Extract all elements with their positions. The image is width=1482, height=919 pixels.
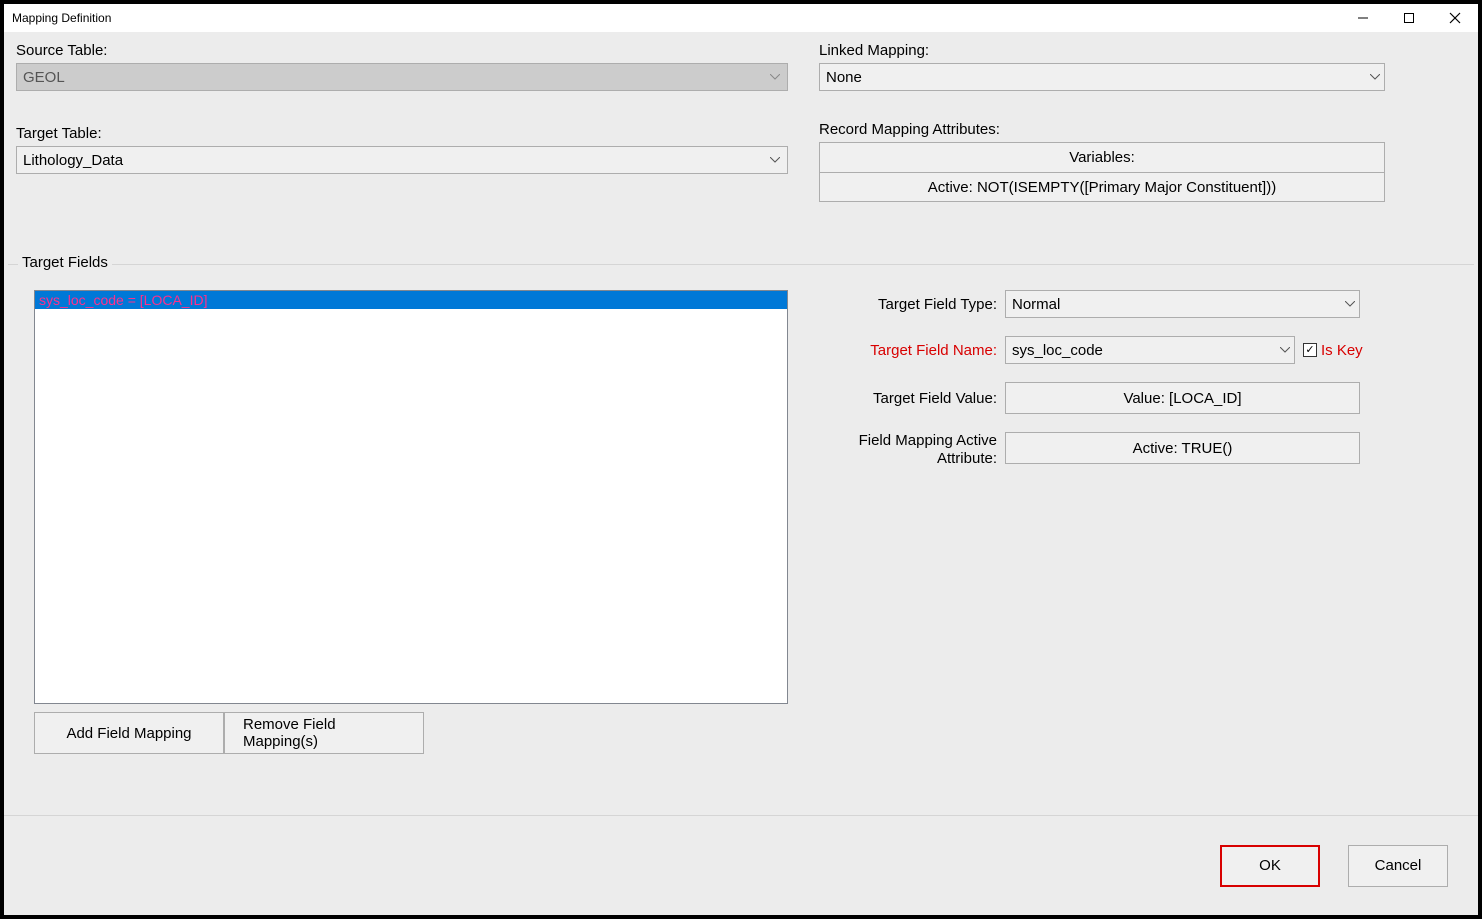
source-table-value: GEOL xyxy=(23,69,65,86)
source-table-combo[interactable]: GEOL xyxy=(16,63,788,91)
add-field-mapping-button[interactable]: Add Field Mapping xyxy=(34,712,224,754)
target-fields-listbox[interactable]: sys_loc_code = [LOCA_ID] xyxy=(34,290,788,704)
cancel-button-label: Cancel xyxy=(1375,857,1422,874)
target-fields-group-label: Target Fields xyxy=(18,254,112,271)
field-detail-panel: Target Field Type: Normal xyxy=(811,276,1474,785)
target-field-name-value: sys_loc_code xyxy=(1012,342,1103,359)
is-key-label: Is Key xyxy=(1321,342,1363,359)
close-button[interactable] xyxy=(1432,4,1478,32)
remove-field-mapping-label: Remove Field Mapping(s) xyxy=(243,716,405,750)
target-table-combo[interactable]: Lithology_Data xyxy=(16,146,788,174)
chevron-down-icon xyxy=(767,152,783,168)
target-field-type-value: Normal xyxy=(1012,296,1060,313)
active-expr-button-label: Active: NOT(ISEMPTY([Primary Major Const… xyxy=(928,179,1276,196)
add-field-mapping-label: Add Field Mapping xyxy=(66,725,191,742)
linked-mapping-panel: Linked Mapping: None Record Mapping Attr… xyxy=(807,32,1478,232)
target-table-label: Target Table: xyxy=(16,125,787,142)
variables-button-label: Variables: xyxy=(1069,149,1135,166)
mapping-definition-window: Mapping Definition Source Table: xyxy=(4,4,1478,915)
maximize-button[interactable] xyxy=(1386,4,1432,32)
content-area: Source Table: GEOL Target Table: Litholo… xyxy=(4,32,1478,915)
titlebar: Mapping Definition xyxy=(4,4,1478,32)
vertical-divider xyxy=(799,32,807,232)
ok-button-label: OK xyxy=(1259,857,1281,874)
field-mapping-active-text: Active: TRUE() xyxy=(1133,440,1233,457)
linked-mapping-label: Linked Mapping: xyxy=(819,42,1466,59)
target-field-name-label: Target Field Name: xyxy=(819,342,1005,359)
chevron-down-icon xyxy=(1370,74,1380,80)
top-row: Source Table: GEOL Target Table: Litholo… xyxy=(4,32,1478,232)
checkbox-icon: ✓ xyxy=(1303,343,1317,357)
chevron-down-icon xyxy=(1345,301,1355,307)
remove-field-mapping-button[interactable]: Remove Field Mapping(s) xyxy=(224,712,424,754)
active-expr-button[interactable]: Active: NOT(ISEMPTY([Primary Major Const… xyxy=(819,172,1385,202)
minimize-icon xyxy=(1357,12,1369,24)
target-field-type-combo[interactable]: Normal xyxy=(1005,290,1360,318)
target-field-name-combo[interactable]: sys_loc_code xyxy=(1005,336,1295,364)
target-fields-group: Target Fields sys_loc_code = [LOCA_ID] A… xyxy=(8,256,1474,785)
record-attrs-label: Record Mapping Attributes: xyxy=(819,121,1466,138)
close-icon xyxy=(1449,12,1461,24)
minimize-button[interactable] xyxy=(1340,4,1386,32)
target-table-value: Lithology_Data xyxy=(23,152,123,169)
target-field-value-button[interactable]: Value: [LOCA_ID] xyxy=(1005,382,1360,414)
is-key-checkbox[interactable]: ✓ Is Key xyxy=(1303,342,1363,359)
target-fields-list-panel: sys_loc_code = [LOCA_ID] Add Field Mappi… xyxy=(8,276,803,785)
dialog-footer: OK Cancel xyxy=(4,815,1478,915)
chevron-down-icon xyxy=(767,69,783,85)
variables-button[interactable]: Variables: xyxy=(819,142,1385,172)
linked-mapping-combo[interactable]: None xyxy=(819,63,1385,91)
ok-button[interactable]: OK xyxy=(1220,845,1320,887)
linked-mapping-value: None xyxy=(826,69,862,86)
field-mapping-active-label: Field Mapping Active Attribute: xyxy=(819,432,1005,468)
target-field-value-text: Value: [LOCA_ID] xyxy=(1123,390,1241,407)
chevron-down-icon xyxy=(1280,347,1290,353)
source-table-label: Source Table: xyxy=(16,42,787,59)
field-mapping-active-button[interactable]: Active: TRUE() xyxy=(1005,432,1360,464)
target-field-type-label: Target Field Type: xyxy=(819,296,1005,313)
cancel-button[interactable]: Cancel xyxy=(1348,845,1448,887)
target-field-value-label: Target Field Value: xyxy=(819,390,1005,407)
list-item[interactable]: sys_loc_code = [LOCA_ID] xyxy=(35,291,787,309)
maximize-icon xyxy=(1403,12,1415,24)
tables-panel: Source Table: GEOL Target Table: Litholo… xyxy=(4,32,799,232)
window-title: Mapping Definition xyxy=(4,7,119,29)
window-controls xyxy=(1340,4,1478,32)
